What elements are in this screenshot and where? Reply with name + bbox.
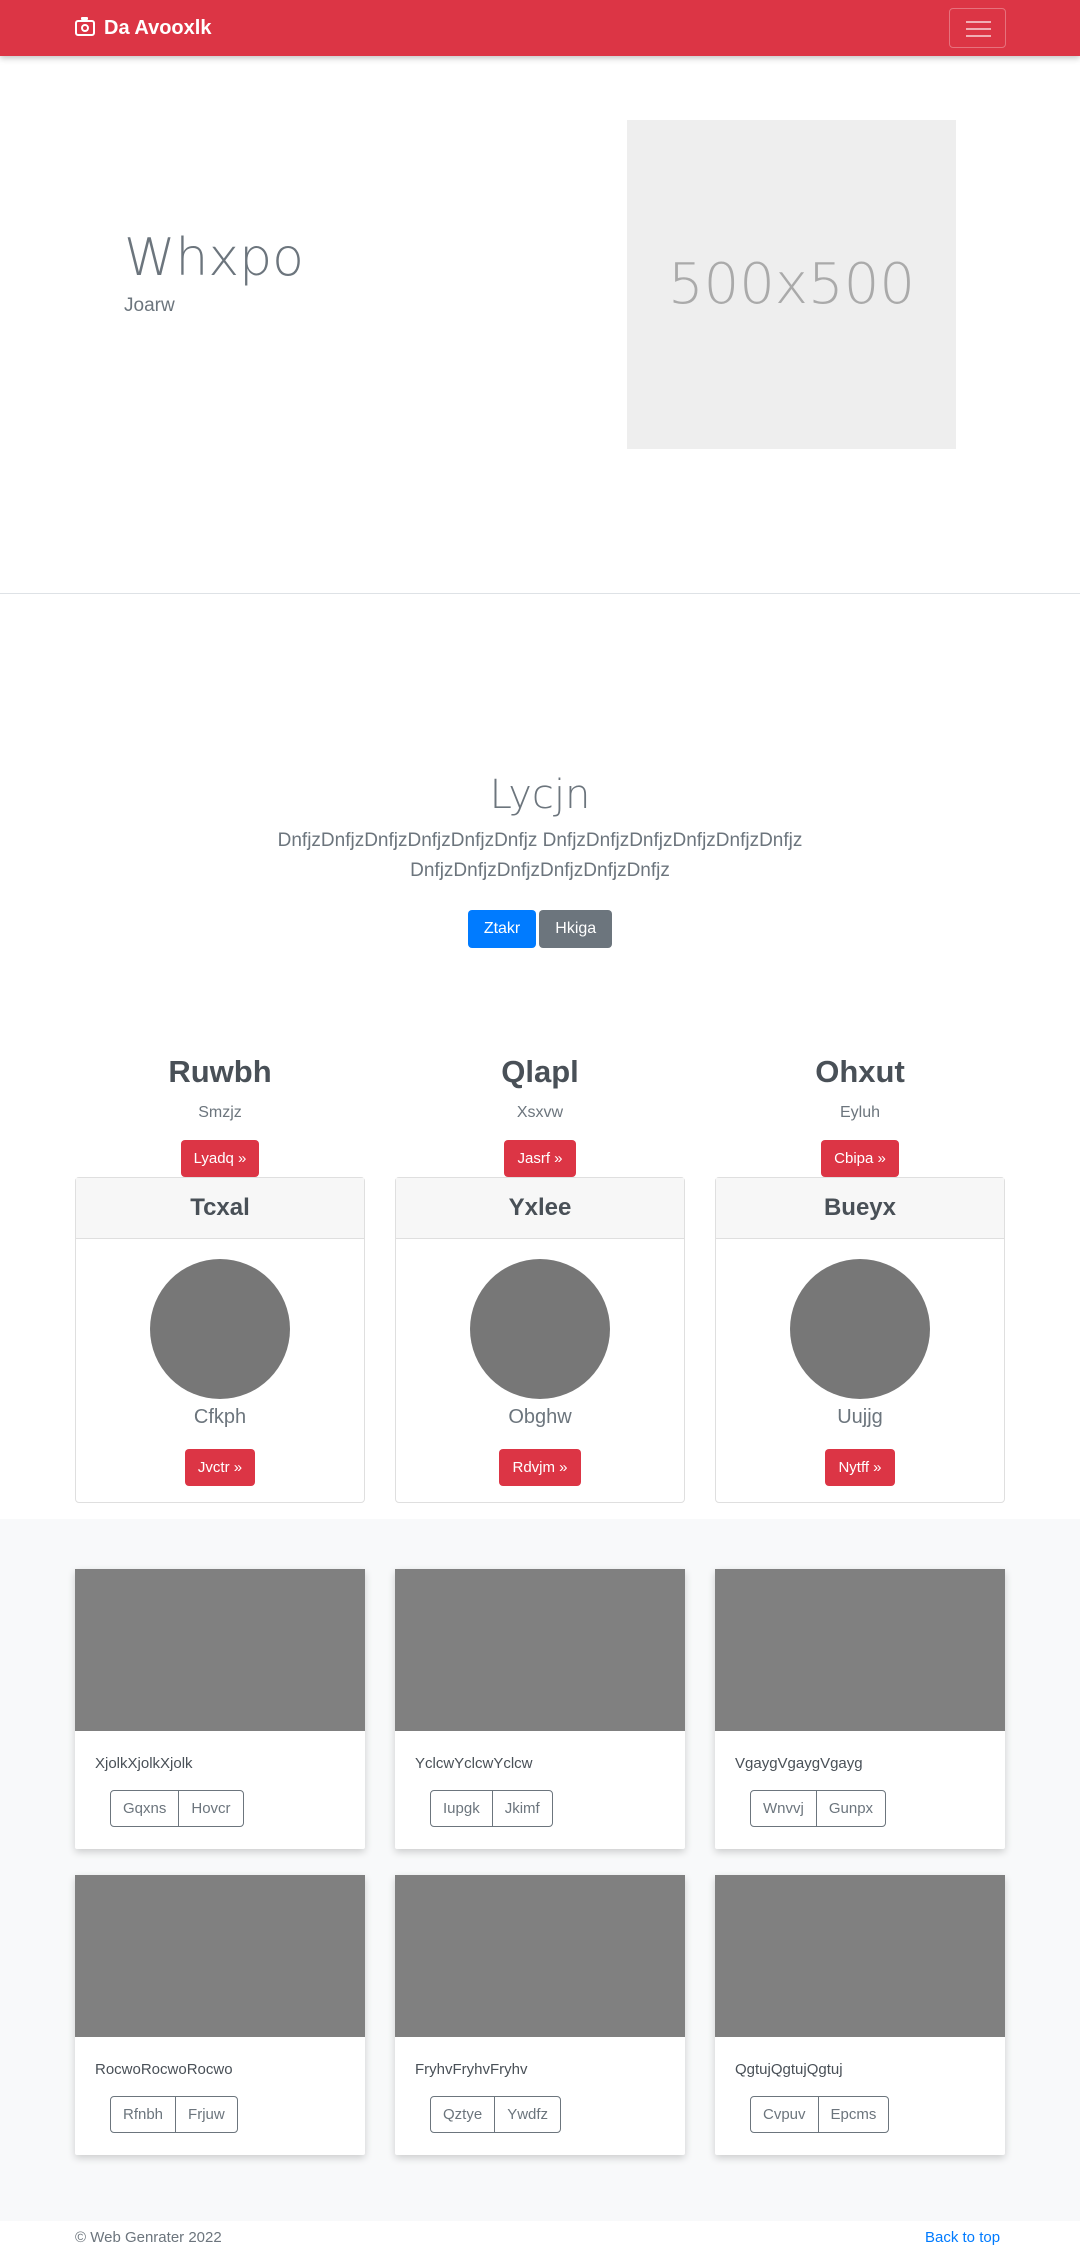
profile-card: Yxlee Obghw Rdvjm » xyxy=(395,1177,685,1503)
album-thumbnail xyxy=(395,1569,685,1731)
card-name: Cfkph xyxy=(193,1406,247,1428)
hamburger-icon-line xyxy=(966,35,991,37)
feature-text: Xsxvw xyxy=(516,1104,564,1121)
card-header: Bueyx xyxy=(716,1178,1004,1239)
album-button-group: Rfnbh Frjuw xyxy=(110,2096,238,2133)
album-button[interactable]: Gqxns xyxy=(111,1791,178,1826)
album-thumbnail xyxy=(75,1569,365,1731)
brand-name: Da Avooxlk xyxy=(104,16,212,39)
feature-text: Eyluh xyxy=(839,1104,881,1121)
feature-button[interactable]: Cbipa » xyxy=(821,1140,899,1177)
card-header: Yxlee xyxy=(396,1178,684,1239)
footer-copyright: © Web Genrater 2022 xyxy=(75,2229,222,2246)
album-card: QgtujQgtujQgtuj Cvpuv Epcms xyxy=(715,1875,1005,2155)
feature-title: Ohxut xyxy=(815,1054,905,1089)
back-to-top-link[interactable]: Back to top xyxy=(925,2229,1000,2246)
album-button-group: Iupgk Jkimf xyxy=(430,1790,553,1827)
feature-button[interactable]: Jasrf » xyxy=(504,1140,576,1177)
album-button[interactable]: Cvpuv xyxy=(751,2097,818,2132)
album-text: VgaygVgaygVgayg xyxy=(735,1755,863,1772)
hero-image-placeholder: 500x500 xyxy=(627,120,956,449)
album-button-group: Qztye Ywdfz xyxy=(430,2096,562,2133)
navbar: Da Avooxlk xyxy=(0,0,1080,56)
album-text: XjolkXjolkXjolk xyxy=(95,1755,193,1772)
album-button[interactable]: Epcms xyxy=(817,2097,889,2132)
album-button[interactable]: Frjuw xyxy=(175,2097,237,2132)
album-button[interactable]: Iupgk xyxy=(431,1791,492,1826)
intro-lead: DnfjzDnfjzDnfjzDnfjzDnfjzDnfjz DnfjzDnfj… xyxy=(277,830,803,881)
feature-title: Qlapl xyxy=(501,1054,579,1089)
album-button[interactable]: Qztye xyxy=(431,2097,494,2132)
album-card: RocwoRocwoRocwo Rfnbh Frjuw xyxy=(75,1875,365,2155)
album-text: FryhvFryhvFryhv xyxy=(415,2061,528,2078)
intro-primary-button[interactable]: Ztakr xyxy=(467,910,537,948)
album-text: YclcwYclcwYclcw xyxy=(415,1755,533,1772)
album-text: QgtujQgtujQgtuj xyxy=(735,2061,843,2078)
album-card: VgaygVgaygVgayg Wnvvj Gunpx xyxy=(715,1569,1005,1849)
album-card: XjolkXjolkXjolk Gqxns Hovcr xyxy=(75,1569,365,1849)
album-button[interactable]: Ywdfz xyxy=(494,2097,560,2132)
card-button[interactable]: Rdvjm » xyxy=(499,1449,581,1486)
album-button[interactable]: Jkimf xyxy=(491,1791,552,1826)
card-button[interactable]: Nytff » xyxy=(825,1449,895,1486)
album-thumbnail xyxy=(395,1875,685,2037)
album-thumbnail xyxy=(715,1569,1005,1731)
hero-title: Whxpo xyxy=(124,228,304,288)
feature-column: Qlapl Xsxvw Jasrf » xyxy=(395,1052,685,1177)
hamburger-icon-line xyxy=(966,21,991,23)
album-button[interactable]: Rfnbh xyxy=(111,2097,175,2132)
album-thumbnail xyxy=(715,1875,1005,2037)
intro-secondary-button[interactable]: Hkiga xyxy=(539,910,613,948)
card-button[interactable]: Jvctr » xyxy=(184,1449,256,1486)
avatar xyxy=(790,1259,930,1399)
feature-column: Ohxut Eyluh Cbipa » xyxy=(715,1052,1005,1177)
brand-link[interactable]: Da Avooxlk xyxy=(75,14,211,42)
intro-title: Lycjn xyxy=(489,772,591,818)
card-header: Tcxal xyxy=(76,1178,364,1239)
section-divider xyxy=(0,593,1080,594)
album-text: RocwoRocwoRocwo xyxy=(95,2061,233,2078)
avatar xyxy=(470,1259,610,1399)
card-name: Obghw xyxy=(508,1406,572,1428)
profile-card: Bueyx Uujjg Nytff » xyxy=(715,1177,1005,1503)
feature-title: Ruwbh xyxy=(168,1054,272,1089)
album-button-group: Wnvvj Gunpx xyxy=(750,1790,887,1827)
hamburger-icon-line xyxy=(966,28,991,30)
intro-button-row: Ztakr Hkiga xyxy=(0,910,1080,948)
album-button[interactable]: Hovcr xyxy=(178,1791,242,1826)
camera-icon xyxy=(75,17,95,36)
profile-card: Tcxal Cfkph Jvctr » xyxy=(75,1177,365,1503)
feature-button[interactable]: Lyadq » xyxy=(180,1140,260,1177)
avatar xyxy=(150,1259,290,1399)
navbar-toggler-button[interactable] xyxy=(949,8,1006,48)
album-button-group: Cvpuv Epcms xyxy=(750,2096,890,2133)
hero-subtitle: Joarw xyxy=(124,295,175,316)
album-thumbnail xyxy=(75,1875,365,2037)
feature-text: Smzjz xyxy=(198,1104,242,1121)
album-section: XjolkXjolkXjolk Gqxns Hovcr YclcwYclcwYcl… xyxy=(0,1519,1080,2221)
feature-column: Ruwbh Smzjz Lyadq » xyxy=(75,1052,365,1177)
card-name: Uujjg xyxy=(837,1406,883,1428)
album-button[interactable]: Wnvvj xyxy=(751,1791,816,1826)
placeholder-label: 500x500 xyxy=(668,252,915,317)
album-button-group: Gqxns Hovcr xyxy=(110,1790,244,1827)
album-card: YclcwYclcwYclcw Iupgk Jkimf xyxy=(395,1569,685,1849)
album-button[interactable]: Gunpx xyxy=(815,1791,885,1826)
album-card: FryhvFryhvFryhv Qztye Ywdfz xyxy=(395,1875,685,2155)
